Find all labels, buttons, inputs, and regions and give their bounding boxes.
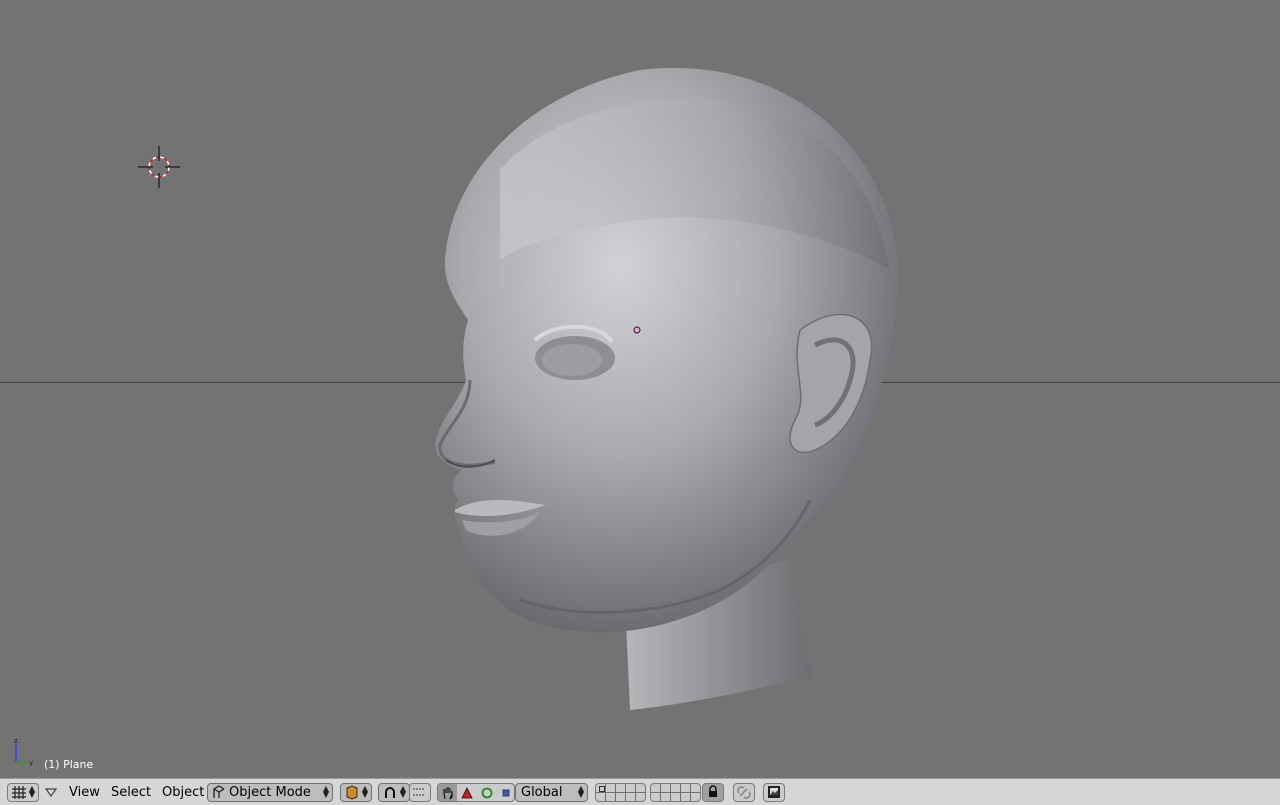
axis-z-label: z	[14, 738, 18, 745]
lock-icon	[709, 785, 717, 797]
menu-select[interactable]: Select	[111, 785, 151, 800]
axis-y-label: y	[29, 759, 33, 766]
draw-type-arrows-icon: ▲ ▼	[361, 784, 368, 799]
head-mesh[interactable]	[0, 0, 1280, 778]
render-button[interactable]	[763, 783, 785, 802]
snap-toggle[interactable]	[409, 783, 431, 802]
rotate-icon	[481, 787, 492, 798]
object-name-label: (1) Plane	[44, 758, 94, 771]
render-icon	[768, 786, 780, 798]
menu-view[interactable]: View	[69, 785, 100, 800]
3d-viewport[interactable]: z y (1) Plane	[0, 0, 1280, 778]
active-layer-marker	[599, 786, 605, 792]
axis-gizmo-icon: z y	[14, 738, 33, 766]
translate-icon	[460, 786, 473, 798]
mode-arrows-icon: ▲ ▼	[322, 784, 329, 799]
layers-group-2[interactable]	[650, 783, 701, 802]
orientation-arrows-icon: ▲ ▼	[577, 784, 584, 799]
pivot-arrows-icon: ▲ ▼	[399, 784, 406, 799]
rotate-toggle[interactable]	[477, 784, 496, 801]
layers-group-1[interactable]	[595, 783, 646, 802]
snap-icon	[413, 788, 425, 796]
mode-dropdown[interactable]: Object Mode ▲ ▼	[207, 783, 333, 802]
mode-label: Object Mode	[229, 785, 311, 800]
link-icon	[737, 786, 751, 799]
editor-type-arrows-icon: ▲ ▼	[28, 784, 35, 799]
translate-toggle[interactable]	[457, 784, 476, 801]
shading-solid-icon	[346, 785, 358, 800]
editor-type-button[interactable]: ▲ ▼	[7, 783, 39, 802]
scale-toggle[interactable]	[496, 784, 515, 801]
scale-icon	[502, 789, 509, 796]
3d-cursor-icon[interactable]	[138, 146, 180, 188]
pivot-icon	[385, 787, 395, 798]
pivot-dropdown[interactable]: ▲ ▼	[378, 783, 410, 802]
menu-object[interactable]: Object	[162, 785, 204, 800]
hand-icon	[442, 786, 453, 799]
object-origin-icon	[633, 326, 641, 334]
manipulator-toggle[interactable]	[438, 784, 457, 801]
collapse-menu-icon[interactable]	[45, 788, 57, 798]
object-mode-icon	[213, 785, 225, 798]
viewport-header: ▲ ▼ View Select Object Object Mode ▲ ▼ ▲ ▼ …	[0, 778, 1280, 805]
grid-icon	[12, 786, 26, 799]
orientation-label: Global	[521, 785, 563, 800]
lock-layer-button[interactable]	[702, 783, 724, 802]
attach-button[interactable]	[733, 783, 755, 802]
draw-type-dropdown[interactable]: ▲ ▼	[340, 783, 372, 802]
orientation-dropdown[interactable]: Global ▲ ▼	[515, 783, 588, 802]
manipulator-group	[437, 783, 515, 802]
